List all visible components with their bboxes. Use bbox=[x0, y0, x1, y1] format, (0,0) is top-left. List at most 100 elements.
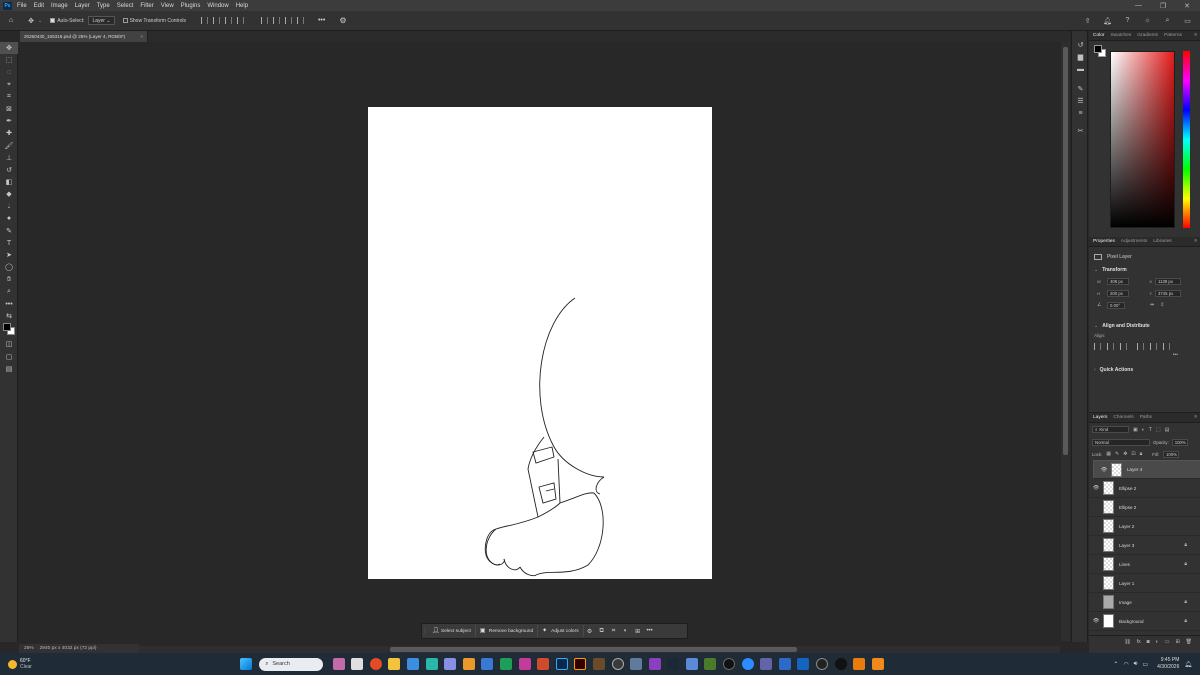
edit-toolbar-icon[interactable]: ••• bbox=[0, 298, 18, 310]
menu-type[interactable]: Type bbox=[97, 3, 110, 9]
tab-adjustments[interactable]: Adjustments bbox=[1121, 239, 1147, 244]
history-brush-tool-icon[interactable]: ↺ bbox=[0, 164, 18, 176]
quick-actions-header[interactable]: › Quick Actions bbox=[1089, 365, 1200, 375]
app-icon-lightblue[interactable] bbox=[685, 658, 698, 670]
blender-icon[interactable] bbox=[853, 658, 866, 670]
restore-icon[interactable]: ❐ bbox=[1160, 2, 1166, 10]
remove-background-button[interactable]: ▣ Remove background bbox=[476, 625, 539, 637]
filter-pixel-icon[interactable]: ▣ bbox=[1133, 427, 1138, 433]
layer-name[interactable]: Lines bbox=[1119, 562, 1130, 567]
lock-artboard-icon[interactable]: ⊡ bbox=[1131, 451, 1135, 457]
notification-bell-icon[interactable]: 🔔︎ bbox=[1184, 661, 1192, 668]
chrome-icon[interactable] bbox=[369, 658, 382, 670]
default-colors-icon[interactable]: ⇆ bbox=[0, 310, 18, 322]
app-icon-green[interactable] bbox=[704, 658, 717, 670]
menu-filter[interactable]: Filter bbox=[140, 3, 153, 9]
layer-row[interactable]: 👁︎ Ellipse 2 bbox=[1089, 479, 1200, 498]
tab-layers[interactable]: Layers bbox=[1093, 415, 1107, 420]
brushes-icon[interactable]: ✎ bbox=[1072, 83, 1089, 95]
layer-row[interactable]: Layer 3 🔒︎ bbox=[1089, 536, 1200, 555]
layer-row[interactable]: Layer 1 bbox=[1089, 574, 1200, 593]
align-right-icon[interactable] bbox=[224, 17, 232, 24]
menu-file[interactable]: File bbox=[17, 3, 27, 9]
flip-vertical-icon[interactable]: ⇳ bbox=[1160, 302, 1164, 308]
close-window-icon[interactable]: ✕ bbox=[1184, 2, 1190, 10]
layer-row[interactable]: Layer 2 bbox=[1089, 517, 1200, 536]
steam-icon[interactable] bbox=[667, 658, 680, 670]
adjustments-icon[interactable]: ☰ bbox=[1072, 95, 1089, 107]
blend-mode-dropdown[interactable]: Normal bbox=[1092, 438, 1150, 446]
auto-select-checkbox[interactable]: Auto-Select: bbox=[50, 18, 84, 24]
select-subject-button[interactable]: 👤︎ Select subject bbox=[428, 625, 476, 637]
taskbar-search[interactable]: ⌕ Search bbox=[259, 657, 324, 671]
align-middle-icon[interactable] bbox=[272, 17, 280, 24]
saturation-brightness-field[interactable] bbox=[1110, 51, 1175, 228]
app-icon-teal[interactable] bbox=[425, 658, 438, 670]
align-left-icon[interactable] bbox=[200, 17, 208, 24]
layer-name[interactable]: Layer 2 bbox=[1119, 524, 1134, 529]
tools-icon[interactable]: ✂ bbox=[1072, 125, 1089, 137]
visibility-eye-icon[interactable]: 👁︎ bbox=[1089, 618, 1103, 624]
width-field[interactable]: 408 px bbox=[1107, 277, 1129, 285]
horizontal-scroll-thumb[interactable] bbox=[390, 647, 797, 652]
search-icon[interactable]: ⌕ bbox=[1163, 16, 1172, 25]
path-selection-tool-icon[interactable]: ➤ bbox=[0, 249, 18, 261]
lock-position-icon[interactable]: ✥ bbox=[1123, 451, 1127, 457]
fill-field[interactable]: 100% bbox=[1162, 450, 1179, 458]
battery-icon[interactable]: ▭ bbox=[1142, 661, 1148, 668]
eraser-tool-icon[interactable]: ◧ bbox=[0, 176, 18, 188]
app-icon-dark[interactable] bbox=[816, 658, 829, 670]
word-icon[interactable] bbox=[481, 658, 494, 670]
info-icon[interactable]: ▆ bbox=[1072, 51, 1089, 63]
document-canvas[interactable] bbox=[368, 107, 712, 579]
app-icon-orange[interactable] bbox=[462, 658, 475, 670]
visibility-eye-icon[interactable]: 👁︎ bbox=[1097, 466, 1111, 474]
menu-view[interactable]: View bbox=[161, 3, 174, 9]
notifications-icon[interactable]: 🔔︎ bbox=[1103, 16, 1112, 25]
zoom-tool-icon[interactable]: ⌕ bbox=[0, 286, 18, 298]
weather-widget[interactable]: 60°F Clear bbox=[0, 658, 230, 670]
distribute-icon[interactable] bbox=[296, 17, 304, 24]
hue-slider[interactable] bbox=[1183, 51, 1190, 228]
zoom-level[interactable]: 25% bbox=[24, 646, 34, 651]
gear-icon[interactable]: ⚙ bbox=[339, 16, 346, 25]
filter-adjustment-icon[interactable]: ◐ bbox=[1142, 427, 1145, 433]
start-button-icon[interactable] bbox=[240, 658, 252, 670]
panel-menu-icon[interactable]: ≡ bbox=[1194, 33, 1197, 38]
layer-row[interactable]: Lines 🔒︎ bbox=[1089, 555, 1200, 574]
menu-plugins[interactable]: Plugins bbox=[181, 3, 201, 9]
layer-row[interactable]: Image 🔒︎ bbox=[1089, 593, 1200, 612]
move-tool-icon[interactable]: ✥ bbox=[0, 42, 18, 55]
healing-brush-tool-icon[interactable]: ✚ bbox=[0, 127, 18, 139]
crop-tool-icon[interactable]: ⌗ bbox=[0, 91, 18, 103]
app-icon-royalblue[interactable] bbox=[778, 658, 791, 670]
chevron-up-icon[interactable]: ⌃ bbox=[1113, 661, 1118, 668]
photoshop-taskbar-icon[interactable] bbox=[555, 658, 568, 670]
more-icon[interactable]: ••• bbox=[644, 628, 656, 634]
height-field[interactable]: 200 px bbox=[1107, 289, 1129, 297]
minimize-icon[interactable]: — bbox=[1135, 2, 1142, 10]
clone-stamp-tool-icon[interactable]: ⊥ bbox=[0, 152, 18, 164]
pen-tool-icon[interactable]: ✎ bbox=[0, 225, 18, 237]
tab-color[interactable]: Color bbox=[1093, 33, 1104, 38]
new-layer-icon[interactable]: ⊞ bbox=[1175, 639, 1179, 645]
app-icon-round[interactable] bbox=[834, 658, 847, 670]
filter-type-icon[interactable]: T bbox=[1149, 427, 1152, 433]
object-select-tool-icon[interactable]: ⌖ bbox=[0, 79, 18, 91]
y-field[interactable]: 3745 px bbox=[1155, 289, 1181, 297]
menu-image[interactable]: Image bbox=[51, 3, 68, 9]
align-bottom-icon[interactable] bbox=[284, 17, 292, 24]
share-icon[interactable]: ⇪ bbox=[1083, 16, 1092, 25]
align-vertical-centers-icon[interactable] bbox=[1150, 342, 1157, 350]
obs-icon[interactable] bbox=[611, 658, 624, 670]
powerpoint-icon[interactable] bbox=[537, 658, 550, 670]
lock-all-icon[interactable]: 🔒︎ bbox=[1140, 451, 1143, 457]
align-horizontal-centers-icon[interactable] bbox=[1107, 342, 1114, 350]
visibility-eye-icon[interactable]: 👁︎ bbox=[1089, 485, 1103, 491]
wifi-icon[interactable]: ◠ bbox=[1123, 661, 1128, 668]
menu-help[interactable]: Help bbox=[236, 3, 248, 9]
home-icon[interactable]: ⌂ bbox=[6, 16, 16, 26]
layer-name[interactable]: Background bbox=[1119, 619, 1144, 624]
workspace-icon[interactable]: ▭ bbox=[1183, 16, 1192, 25]
delete-layer-icon[interactable]: 🗑︎ bbox=[1186, 639, 1192, 645]
